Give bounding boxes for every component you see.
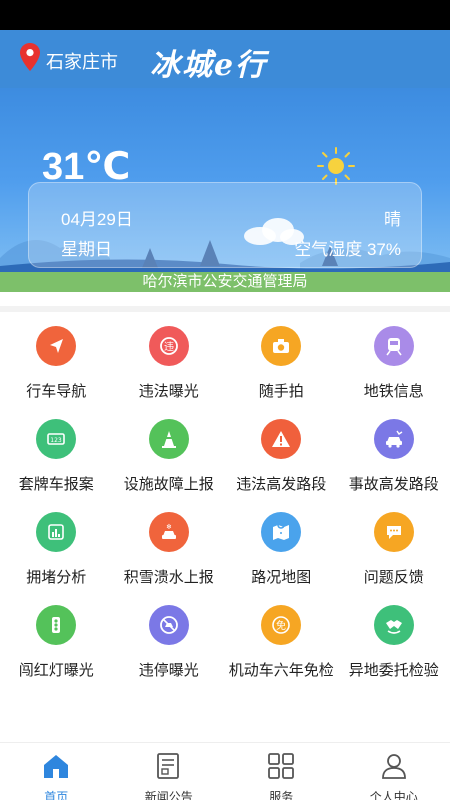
tab-label: 个人中心 [369, 790, 418, 800]
svg-text:123: 123 [51, 437, 63, 444]
feature-label: 设施故障上报 [123, 476, 214, 493]
tab-user[interactable]: 个人中心 [338, 743, 450, 800]
cloud-icon [244, 218, 304, 245]
feature-grid: 行车导航违违法曝光 随手拍 地铁信息 123 套牌车报案 设施故障上报 违法高发路段 事故高发… [0, 312, 450, 698]
violation-icon: 违 [148, 326, 189, 366]
feature-label: 行车导航 [26, 383, 87, 400]
handshake-icon [373, 605, 414, 645]
svg-text:免: 免 [276, 619, 286, 632]
weather-humidity: 空气湿度 37% [294, 240, 401, 259]
feature-item[interactable]: 问题反馈 [338, 512, 450, 605]
no-parking-icon [148, 605, 189, 645]
camera-icon [261, 326, 302, 366]
app-logo-text: 冰城e行 [150, 48, 268, 83]
feature-label: 违法曝光 [138, 383, 199, 400]
sun-icon [317, 147, 355, 185]
status-bar [0, 0, 450, 30]
feature-item[interactable]: 随手拍 [225, 326, 338, 419]
tab-label: 服务 [269, 790, 294, 800]
svg-text:违: 违 [164, 341, 174, 353]
congestion-chart-icon [36, 512, 77, 552]
tab-services-grid[interactable]: 服务 [225, 743, 338, 800]
feature-label: 违法高发路段 [236, 476, 327, 493]
feature-item[interactable]: 事故高发路段 [338, 419, 450, 512]
traffic-light-icon [36, 605, 77, 645]
feature-label: 异地委托检验 [348, 662, 439, 679]
weather-date: 04月29日 [61, 210, 133, 229]
feature-item[interactable]: 闯红灯曝光 [0, 605, 113, 698]
feature-item[interactable]: 123 套牌车报案 [0, 419, 113, 512]
home-icon [40, 751, 72, 786]
feature-label: 闯红灯曝光 [18, 662, 94, 679]
feature-label: 积雪溃水上报 [123, 569, 214, 586]
tab-news[interactable]: 新闻公告 [113, 743, 226, 800]
feature-label: 套牌车报案 [18, 476, 94, 493]
feedback-icon [373, 512, 414, 552]
feature-item[interactable]: 免机动车六年免检 [225, 605, 338, 698]
feature-label: 拥堵分析 [26, 569, 87, 586]
feature-label: 事故高发路段 [348, 476, 439, 493]
tab-label: 新闻公告 [144, 790, 193, 800]
location-pin-icon[interactable] [20, 43, 40, 71]
feature-item[interactable]: 设施故障上报 [113, 419, 226, 512]
feature-label: 路况地图 [251, 569, 312, 586]
tab-label: 首页 [44, 790, 69, 800]
department-banner: 哈尔滨市公安交通管理局 [0, 272, 450, 292]
news-icon [153, 751, 185, 786]
feature-label: 机动车六年免检 [228, 662, 334, 679]
weather-weekday: 星期日 [61, 240, 112, 259]
city-selector[interactable]: 石家庄市 [46, 48, 118, 74]
app-header: 石家庄市 冰城e行 [0, 30, 450, 88]
weather-panel: 31℃ 04月29日 星期日 晴 空气湿度 37% 哈尔滨市公安交通管理局 [0, 88, 450, 292]
feature-item[interactable]: 路况地图 [225, 512, 338, 605]
feature-label: 随手拍 [258, 383, 304, 400]
feature-item[interactable]: 行车导航 [0, 326, 113, 419]
exempt-badge-icon: 免 [261, 605, 302, 645]
feature-label: 地铁信息 [363, 383, 424, 400]
bottom-tab-bar: 首页 新闻公告 服务 个人中心 [0, 742, 450, 800]
weather-card: 04月29日 星期日 晴 空气湿度 37% [28, 182, 422, 268]
svg-text:❄: ❄ [166, 523, 172, 531]
feature-item[interactable]: ❄ 积雪溃水上报 [113, 512, 226, 605]
feature-item[interactable]: 违停曝光 [113, 605, 226, 698]
feature-item[interactable]: 地铁信息 [338, 326, 450, 419]
weather-condition: 晴 [384, 210, 401, 229]
feature-label: 问题反馈 [363, 569, 424, 586]
feature-label: 违停曝光 [138, 662, 199, 679]
traffic-cone-icon [148, 419, 189, 459]
tab-home[interactable]: 首页 [0, 743, 113, 800]
car-crash-icon [373, 419, 414, 459]
user-icon [378, 751, 410, 786]
feature-item[interactable]: 违法高发路段 [225, 419, 338, 512]
feature-item[interactable]: 违违法曝光 [113, 326, 226, 419]
navigation-arrow-icon [36, 326, 77, 366]
map-icon [261, 512, 302, 552]
license-plate-icon: 123 [36, 419, 77, 459]
feature-grid-section: 行车导航违违法曝光 随手拍 地铁信息 123 套牌车报案 设施故障上报 违法高发路段 事故高发… [0, 306, 450, 698]
services-grid-icon [265, 751, 297, 786]
feature-item[interactable]: 异地委托检验 [338, 605, 450, 698]
feature-item[interactable]: 拥堵分析 [0, 512, 113, 605]
snow-car-icon: ❄ [148, 512, 189, 552]
warning-icon [261, 419, 302, 459]
subway-icon [373, 326, 414, 366]
